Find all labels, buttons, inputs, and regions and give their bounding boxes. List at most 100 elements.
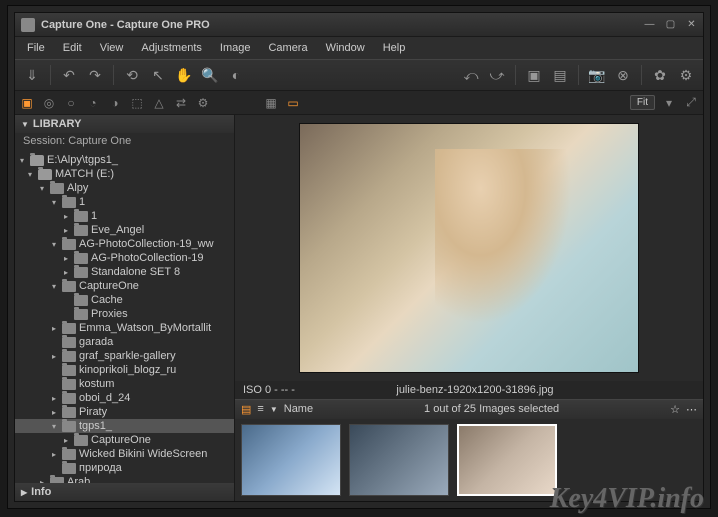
expand-icon[interactable]: ⤢ [683, 95, 699, 111]
menu-file[interactable]: File [19, 39, 53, 57]
tab-capture-icon[interactable]: ◎ [41, 95, 57, 111]
tree-node[interactable]: ▸Piraty [15, 405, 234, 419]
tree-node[interactable]: ▸AG-PhotoCollection-19 [15, 251, 234, 265]
tab-exposure-icon[interactable]: ◔ [85, 95, 101, 111]
session-label: Session: Capture One [15, 133, 234, 149]
view-single-icon[interactable]: ▭ [285, 95, 301, 111]
minimize-button[interactable]: — [644, 19, 655, 30]
tree-node[interactable]: ▸Arab [15, 475, 234, 483]
more-icon[interactable]: ⋯ [686, 403, 697, 416]
chevron-down-icon[interactable]: ▾ [661, 95, 677, 111]
tab-color-icon[interactable]: ○ [63, 95, 79, 111]
app-window: Capture One - Capture One PRO — ▢ ✕ File… [14, 12, 704, 502]
filter-icon[interactable]: ▤ [241, 403, 251, 416]
window-controls: — ▢ ✕ [644, 19, 697, 30]
menu-edit[interactable]: Edit [55, 39, 90, 57]
delete-icon[interactable]: ⊗ [612, 64, 634, 86]
expand-arrow-icon: ▶ [21, 488, 27, 497]
tree-node[interactable]: ▸Eve_Angel [15, 223, 234, 237]
browser-header: ▤ ≡ ▼ Name 1 out of 25 Images selected ☆… [235, 399, 703, 419]
view-grid-icon[interactable]: ▦ [263, 95, 279, 111]
tab-lens-icon[interactable]: ◑ [107, 95, 123, 111]
cursor-icon[interactable]: ↖ [147, 64, 169, 86]
pan-icon[interactable]: ✋ [173, 64, 195, 86]
filename-readout: julie-benz-1920x1200-31896.jpg [315, 384, 635, 396]
tree-node[interactable]: Cache [15, 293, 234, 307]
sidebar: ▼ LIBRARY Session: Capture One ▾E:\Alpy\… [15, 115, 235, 501]
capture-icon[interactable]: 📷 [586, 64, 608, 86]
tree-node[interactable]: ▾1 [15, 195, 234, 209]
tab-output-icon[interactable]: ⚙ [195, 95, 211, 111]
variant-icon[interactable]: ▤ [549, 64, 571, 86]
tree-node[interactable]: kinoprikoli_blogz_ru [15, 363, 234, 377]
sort-label[interactable]: Name [284, 403, 313, 415]
menu-image[interactable]: Image [212, 39, 259, 57]
tree-node[interactable]: ▾CaptureOne [15, 279, 234, 293]
menubar: File Edit View Adjustments Image Camera … [15, 37, 703, 59]
tab-crop-icon[interactable]: ⬚ [129, 95, 145, 111]
process-icon[interactable]: ▣ [523, 64, 545, 86]
tree-node[interactable]: ▾MATCH (E:) [15, 167, 234, 181]
list-icon[interactable]: ≡ [257, 403, 263, 415]
sort-arrow-icon[interactable]: ▼ [270, 405, 278, 414]
tree-node[interactable]: ▸oboi_d_24 [15, 391, 234, 405]
tool-tabs: ▣ ◎ ○ ◔ ◑ ⬚ △ ⇄ ⚙ ▦ ▭ Fit ▾ ⤢ [15, 91, 703, 115]
tree-node[interactable]: ▸CaptureOne [15, 433, 234, 447]
reset-icon[interactable]: ⟲ [121, 64, 143, 86]
image-viewer[interactable] [235, 115, 703, 381]
tab-adjust-icon[interactable]: ⇄ [173, 95, 189, 111]
rotate-cw-icon[interactable]: ⤻ [486, 64, 508, 86]
thumbnail[interactable] [241, 424, 341, 496]
menu-camera[interactable]: Camera [260, 39, 315, 57]
tree-node[interactable]: Proxies [15, 307, 234, 321]
gear-icon[interactable]: ⚙ [675, 64, 697, 86]
picker-icon[interactable]: ◐ [225, 64, 247, 86]
library-title: LIBRARY [33, 118, 81, 130]
app-icon [21, 18, 35, 32]
thumbnail-selected[interactable] [457, 424, 557, 496]
rotate-ccw-icon[interactable]: ⤺ [460, 64, 482, 86]
tree-node[interactable]: ▾AG-PhotoCollection-19_ww [15, 237, 234, 251]
tree-node[interactable]: ▾tgps1_ [15, 419, 234, 433]
tree-node[interactable]: ▸Wicked Bikini WideScreen [15, 447, 234, 461]
titlebar[interactable]: Capture One - Capture One PRO — ▢ ✕ [15, 13, 703, 37]
tree-node[interactable]: ▾Alpy [15, 181, 234, 195]
menu-window[interactable]: Window [318, 39, 373, 57]
collapse-arrow-icon: ▼ [21, 120, 29, 129]
fit-button[interactable]: Fit [630, 95, 655, 110]
tab-library-icon[interactable]: ▣ [19, 95, 35, 111]
selection-status: 1 out of 25 Images selected [319, 403, 664, 415]
tree-node[interactable]: ▸1 [15, 209, 234, 223]
library-panel-header[interactable]: ▼ LIBRARY [15, 115, 234, 133]
folder-tree[interactable]: ▾E:\Alpy\tgps1_▾MATCH (E:)▾Alpy▾1▸1▸Eve_… [15, 149, 234, 483]
menu-help[interactable]: Help [375, 39, 414, 57]
menu-adjustments[interactable]: Adjustments [133, 39, 210, 57]
settings-icon[interactable]: ✿ [649, 64, 671, 86]
maximize-button[interactable]: ▢ [665, 19, 676, 30]
menu-view[interactable]: View [92, 39, 132, 57]
tree-root[interactable]: ▾E:\Alpy\tgps1_ [15, 153, 234, 167]
iso-readout: ISO 0 - -- - [243, 384, 295, 396]
redo-icon[interactable]: ↷ [84, 64, 106, 86]
tree-node[interactable]: ▸graf_sparkle-gallery [15, 349, 234, 363]
info-panel-header[interactable]: ▶ Info [15, 483, 234, 501]
tree-node[interactable]: природа [15, 461, 234, 475]
info-title: Info [31, 486, 51, 498]
zoom-icon[interactable]: 🔍 [199, 64, 221, 86]
tree-node[interactable]: kostum [15, 377, 234, 391]
main-toolbar: ⇓ ↶ ↷ ⟲ ↖ ✋ 🔍 ◐ ⤺ ⤻ ▣ ▤ 📷 ⊗ ✿ ⚙ [15, 59, 703, 91]
tree-node[interactable]: garada [15, 335, 234, 349]
window-title: Capture One - Capture One PRO [41, 19, 644, 31]
tree-node[interactable]: ▸Standalone SET 8 [15, 265, 234, 279]
import-icon[interactable]: ⇓ [21, 64, 43, 86]
thumbnail[interactable] [349, 424, 449, 496]
preview-image [299, 123, 639, 373]
star-icon[interactable]: ☆ [670, 403, 680, 416]
image-info-bar: ISO 0 - -- - julie-benz-1920x1200-31896.… [235, 381, 703, 399]
main-body: ▼ LIBRARY Session: Capture One ▾E:\Alpy\… [15, 115, 703, 501]
watermark: Key4VIP.info [550, 483, 704, 515]
close-button[interactable]: ✕ [686, 19, 697, 30]
tab-details-icon[interactable]: △ [151, 95, 167, 111]
tree-node[interactable]: ▸Emma_Watson_ByMortallit [15, 321, 234, 335]
undo-icon[interactable]: ↶ [58, 64, 80, 86]
